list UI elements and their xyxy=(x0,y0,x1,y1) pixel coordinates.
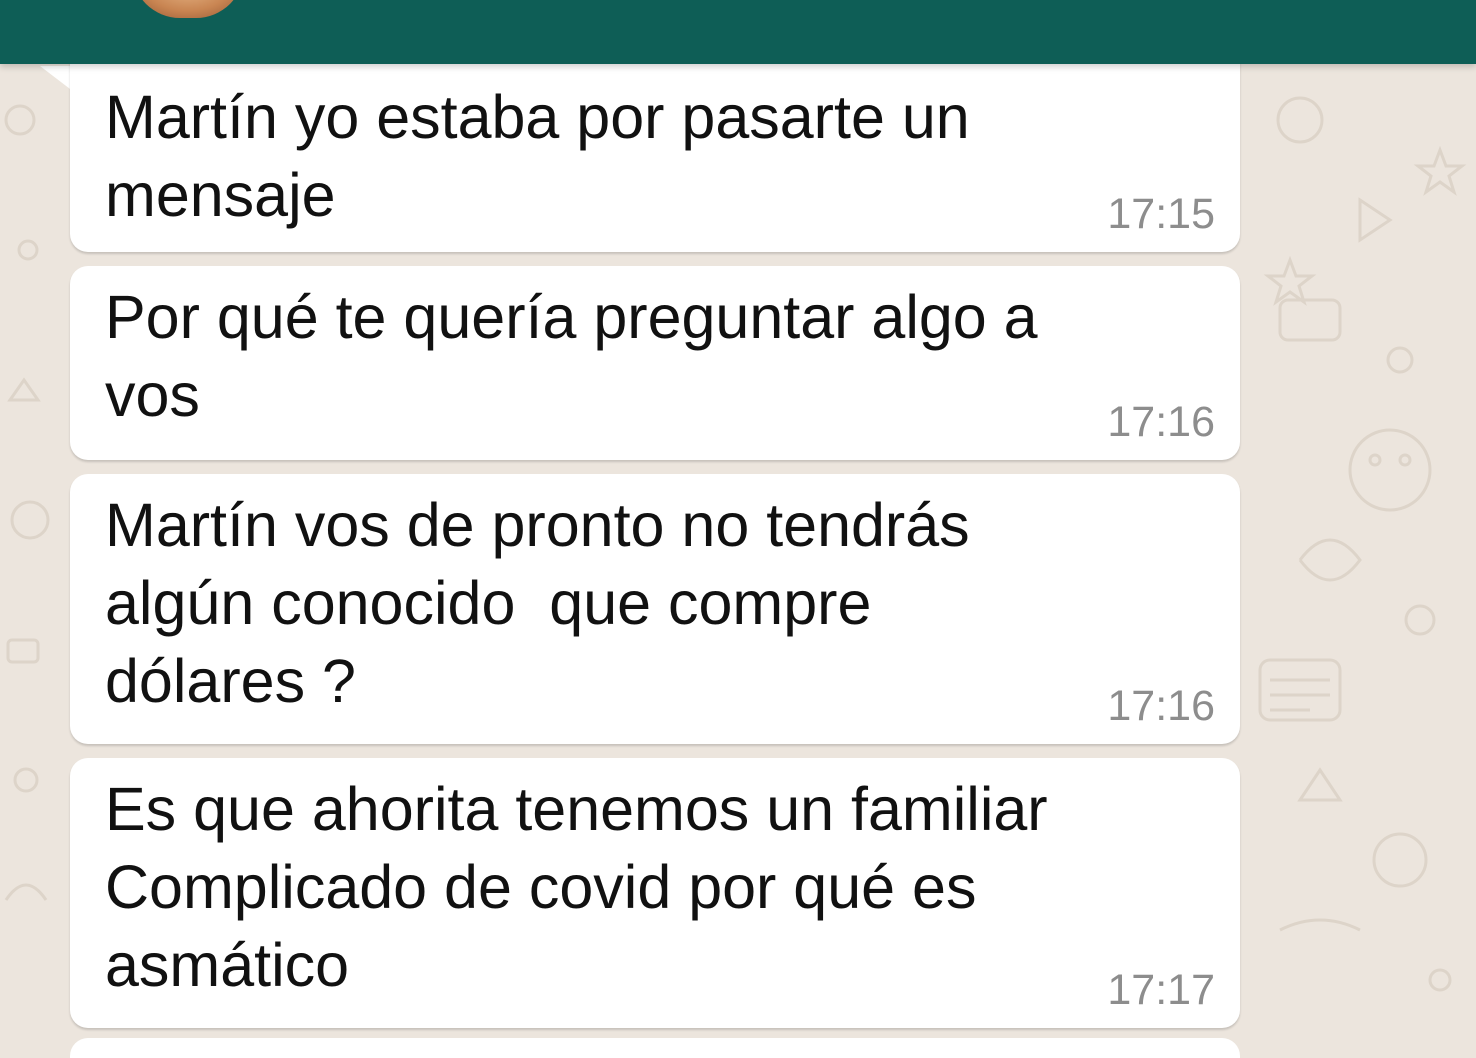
message-time: 17:16 xyxy=(1107,398,1215,446)
message-bubble[interactable]: Martín vos de pronto no tendrás algún co… xyxy=(70,474,1240,744)
chat-header xyxy=(0,0,1476,64)
contact-avatar[interactable] xyxy=(132,0,244,18)
next-message-bubble-edge xyxy=(70,1038,1240,1058)
message-list: Martín yo estaba por pasarte un mensaje … xyxy=(0,0,1476,1058)
message-time: 17:17 xyxy=(1107,966,1215,1014)
message-text: Es que ahorita tenemos un familiar Compl… xyxy=(105,775,1048,999)
message-text: Martín yo estaba por pasarte un mensaje xyxy=(105,83,970,229)
message-bubble[interactable]: Martín yo estaba por pasarte un mensaje … xyxy=(70,44,1240,252)
message-text: Martín vos de pronto no tendrás algún co… xyxy=(105,491,970,715)
message-time: 17:15 xyxy=(1107,190,1215,238)
message-bubble[interactable]: Por qué te quería preguntar algo a vos 1… xyxy=(70,266,1240,460)
bubble-tail xyxy=(40,66,74,92)
message-bubble[interactable]: Es que ahorita tenemos un familiar Compl… xyxy=(70,758,1240,1028)
message-text: Por qué te quería preguntar algo a vos xyxy=(105,283,1038,429)
message-time: 17:16 xyxy=(1107,682,1215,730)
